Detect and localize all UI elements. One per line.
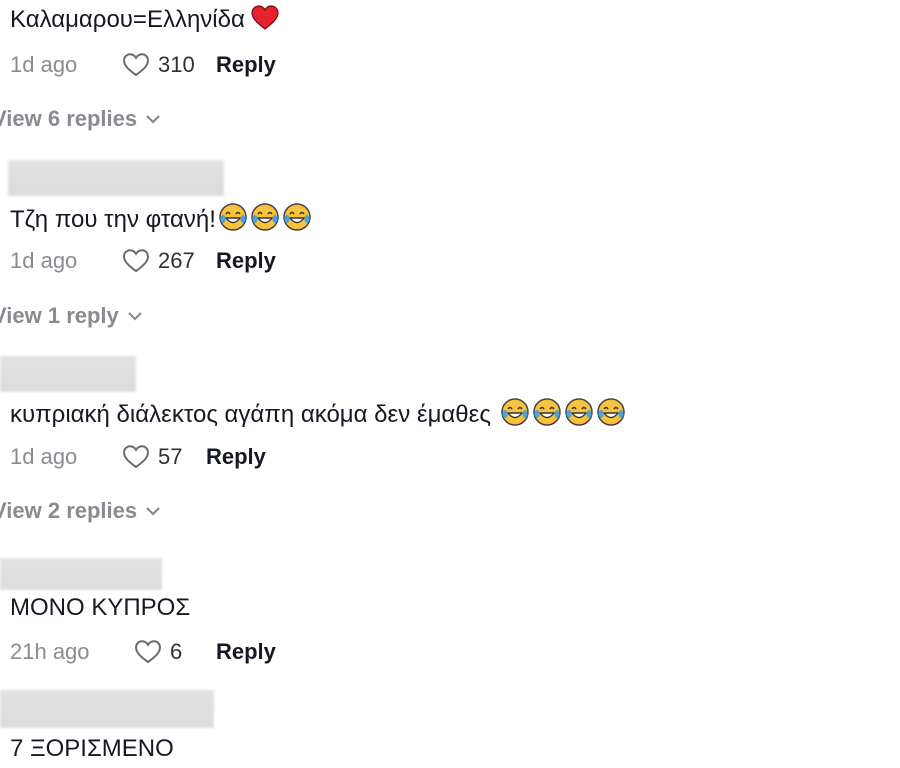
heart-outline-icon [122, 53, 150, 77]
heart-outline-icon [122, 445, 150, 469]
chevron-down-icon [146, 507, 160, 516]
comment-text: ΜΟΝΟ ΚΥΠΡΟΣ [10, 594, 191, 621]
red-heart-emoji-icon [251, 5, 279, 39]
comment-text: Καλαμαρου=Ελληνίδα [10, 5, 279, 39]
comment-time: 1d ago [10, 444, 78, 469]
heart-outline-icon [122, 249, 150, 273]
view-replies-button[interactable]: View 6 replies [0, 104, 161, 134]
like-button[interactable]: 310 [122, 52, 216, 78]
like-count: 267 [158, 248, 195, 273]
username-redacted [0, 558, 162, 590]
like-count: 57 [158, 444, 183, 469]
chevron-down-icon [146, 115, 160, 124]
like-button[interactable]: 57 [122, 444, 206, 470]
reply-button[interactable]: Reply [216, 248, 276, 274]
tears-of-joy-emoji-icon [564, 397, 594, 435]
tears-of-joy-emoji-icon [282, 202, 312, 240]
view-replies-button[interactable]: View 1 reply [0, 301, 143, 331]
comment-time: 1d ago [10, 52, 78, 77]
comment-text: κυπριακή διάλεκτος αγάπη ακόμα δεν έμαθε… [10, 397, 626, 435]
username-redacted [0, 690, 214, 728]
chevron-down-icon [128, 312, 142, 321]
comment-meta: 1d ago 57 Reply [10, 442, 266, 472]
comment-meta: 1d ago 310 Reply [10, 50, 276, 80]
reply-button[interactable]: Reply [206, 444, 266, 470]
tears-of-joy-emoji-icon [218, 202, 248, 240]
comment-text: 7 ΞΟΡΙΣΜΕΝΟ [10, 735, 174, 762]
tears-of-joy-emoji-icon [532, 397, 562, 435]
tears-of-joy-emoji-icon [596, 397, 626, 435]
comment-text: Τζη που την φτανή! [10, 202, 312, 240]
like-button[interactable]: 267 [122, 248, 216, 274]
tears-of-joy-emoji-icon [500, 397, 530, 435]
reply-button[interactable]: Reply [216, 52, 276, 78]
like-button[interactable]: 6 [134, 639, 216, 665]
heart-outline-icon [134, 640, 162, 664]
comment-meta: 1d ago 267 Reply [10, 246, 276, 276]
username-redacted [8, 160, 224, 196]
view-replies-button[interactable]: View 2 replies [0, 496, 161, 526]
username-redacted [0, 356, 136, 392]
comment-meta: 21h ago 6 Reply [10, 637, 276, 667]
like-count: 6 [170, 639, 183, 664]
tears-of-joy-emoji-icon [250, 202, 280, 240]
like-count: 310 [158, 52, 195, 77]
comment-time: 21h ago [10, 639, 90, 664]
comment-time: 1d ago [10, 248, 78, 273]
reply-button[interactable]: Reply [216, 639, 276, 665]
